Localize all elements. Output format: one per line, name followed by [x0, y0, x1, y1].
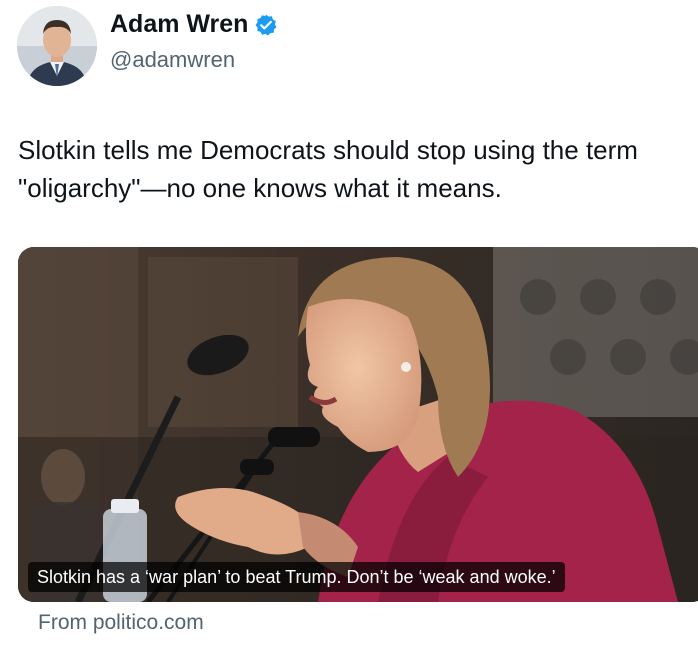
tweet-text: Slotkin tells me Democrats should stop u…	[18, 135, 638, 203]
link-card-headline[interactable]: Slotkin has a ‘war plan’ to beat Trump. …	[28, 562, 565, 592]
avatar[interactable]	[17, 6, 97, 86]
avatar-photo	[17, 6, 97, 86]
author-handle[interactable]: @adamwren	[110, 47, 235, 73]
author-display-name[interactable]: Adam Wren	[110, 10, 248, 39]
link-card-image	[18, 247, 698, 602]
link-card[interactable]: Slotkin has a ‘war plan’ to beat Trump. …	[18, 247, 698, 602]
author-name-row: Adam Wren	[110, 10, 278, 39]
verified-badge-icon	[254, 13, 278, 37]
link-source[interactable]: From politico.com	[38, 611, 204, 635]
